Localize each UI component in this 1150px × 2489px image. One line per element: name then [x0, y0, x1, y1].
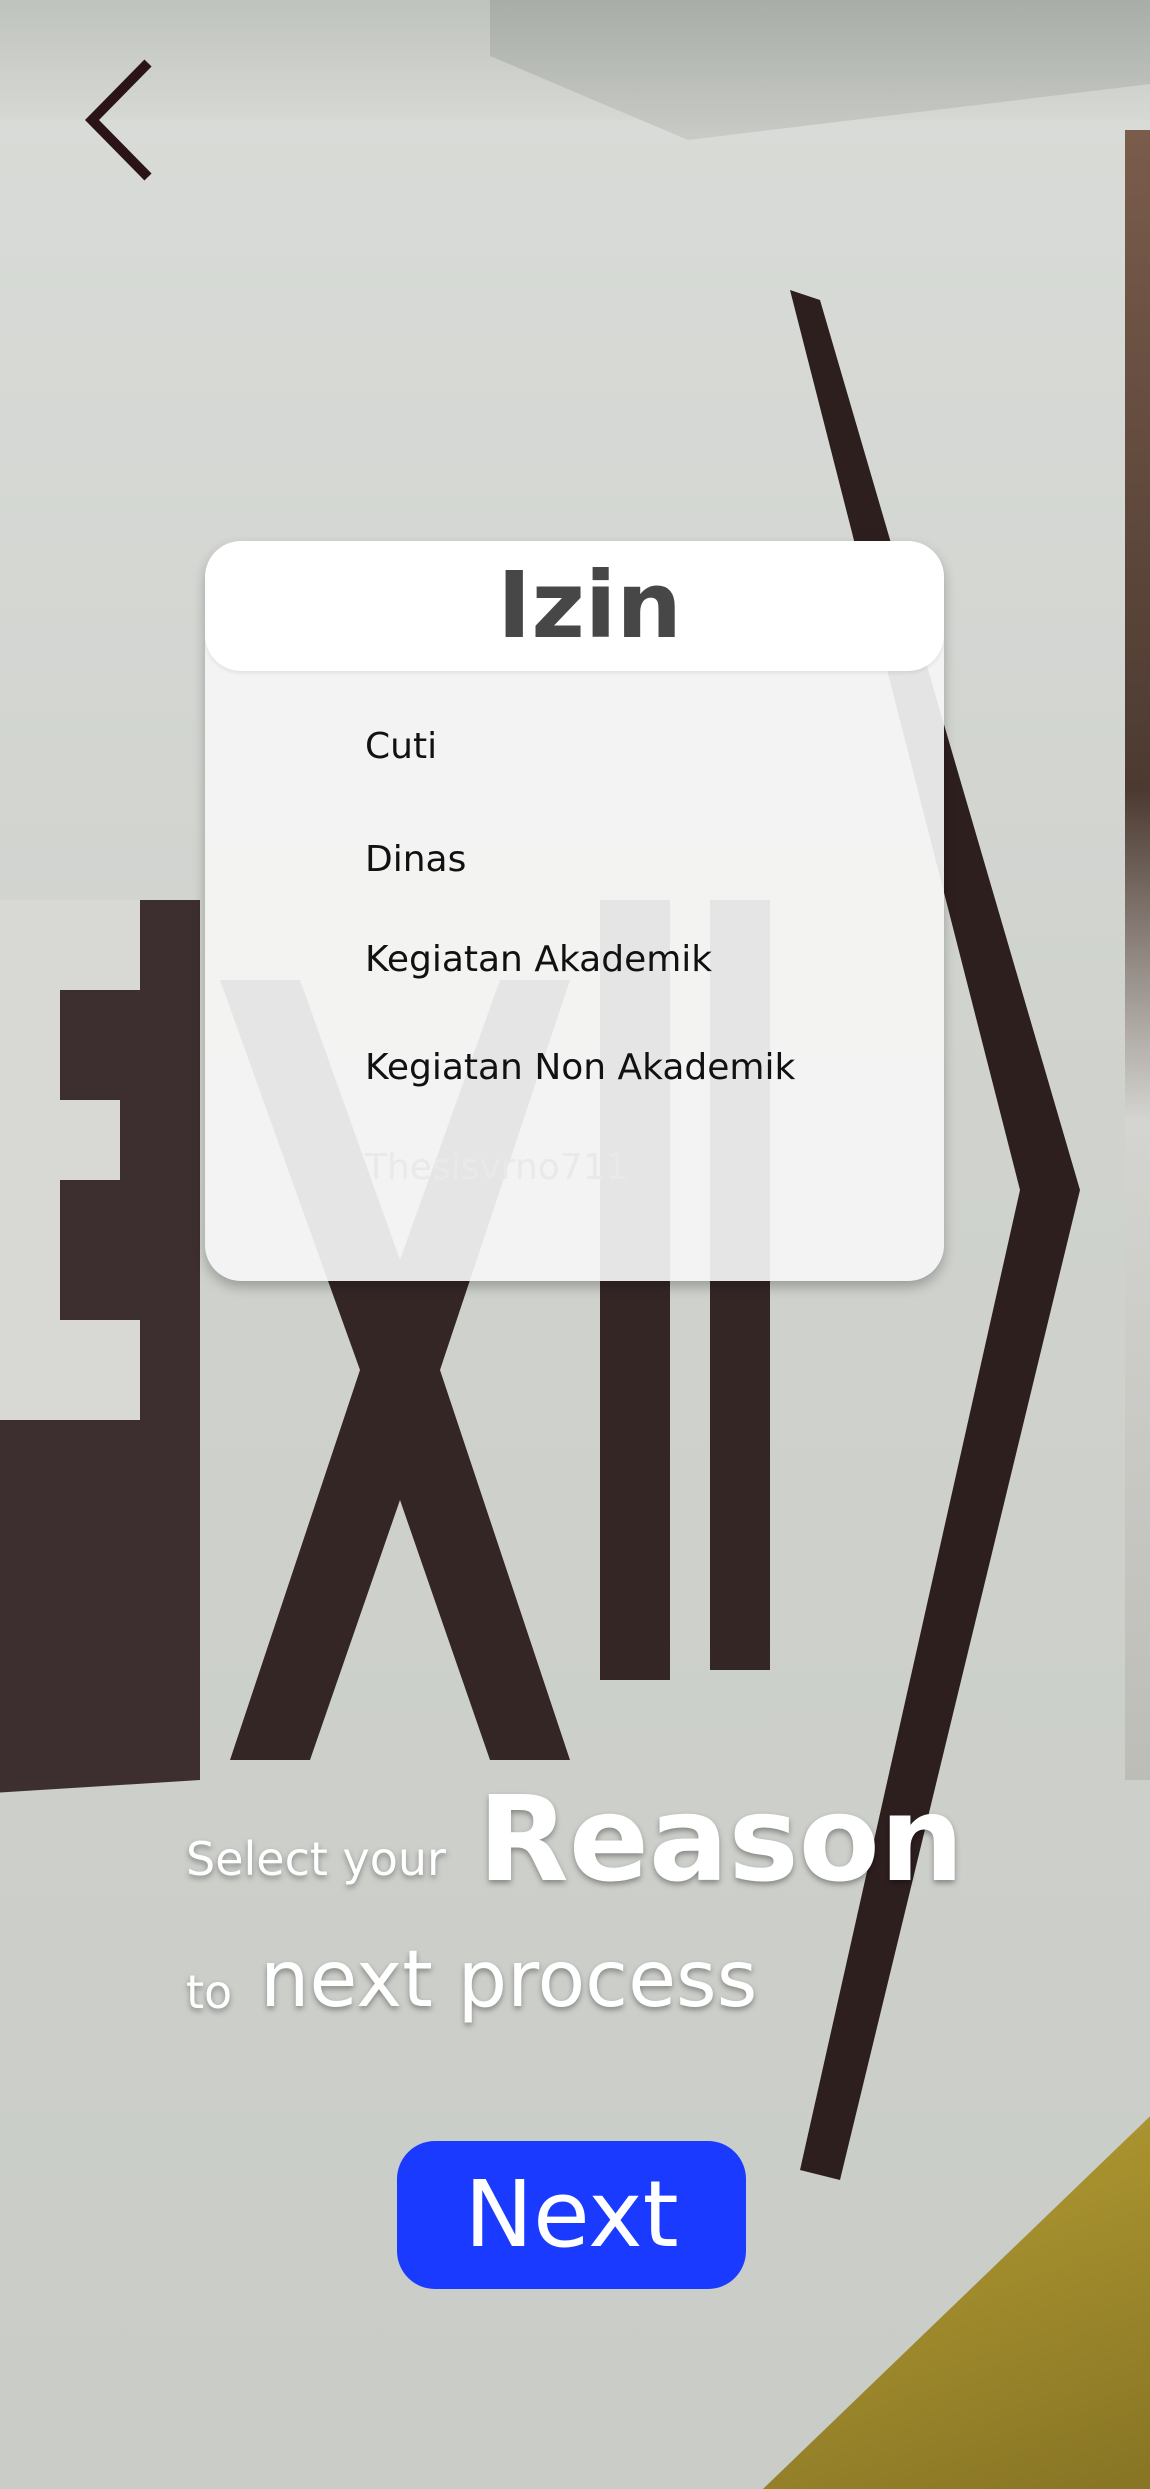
panel-title: Izin	[497, 552, 682, 659]
reason-item-kegiatan-akademik[interactable]: Kegiatan Akademik	[365, 939, 712, 980]
next-button[interactable]: Next	[397, 2141, 746, 2289]
reason-item-dinas[interactable]: Dinas	[365, 839, 466, 880]
background-right-strip	[1125, 130, 1150, 1780]
back-button[interactable]	[80, 55, 160, 185]
reason-item-cuti[interactable]: Cuti	[365, 726, 437, 767]
reason-item-kegiatan-non-akademik[interactable]: Kegiatan Non Akademik	[365, 1047, 795, 1088]
caption-to: to	[186, 1965, 233, 2019]
caption-next-process: next process	[260, 1935, 758, 2025]
reason-item-faded[interactable]: Thesisvrno711	[365, 1147, 629, 1188]
chevron-left-icon	[84, 59, 152, 181]
panel-header: Izin	[205, 541, 944, 671]
caption-reason: Reason	[478, 1770, 964, 1908]
reason-panel: Izin Cuti Dinas Kegiatan Akademik Kegiat…	[205, 541, 944, 1281]
caption-select-your: Select your	[186, 1832, 446, 1886]
